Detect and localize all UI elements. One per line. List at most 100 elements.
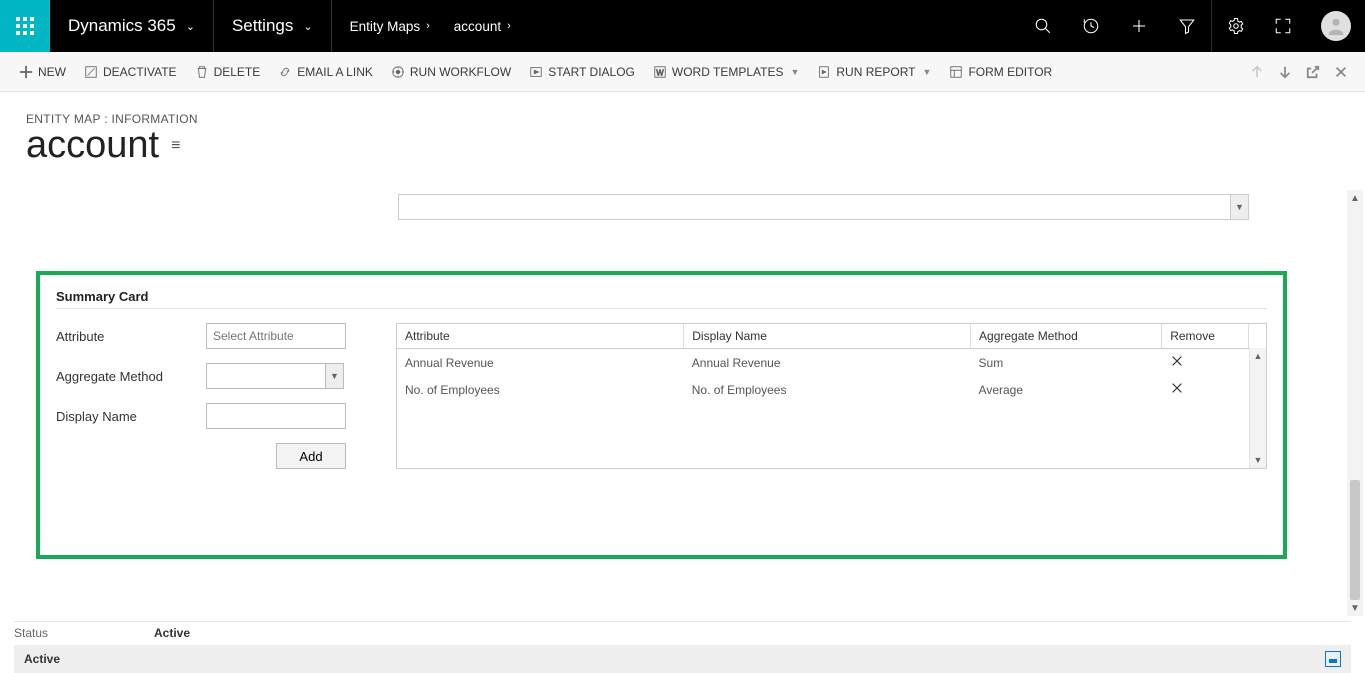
status-label: Status — [14, 626, 154, 640]
status-value: Active — [154, 626, 190, 640]
scroll-up-icon[interactable]: ▲ — [1347, 190, 1363, 206]
global-nav: Dynamics 365 ⌄ Settings ⌄ Entity Maps › … — [0, 0, 1365, 52]
command-bar: NEW DEACTIVATE DELETE EMAIL A LINK RUN W… — [0, 52, 1365, 92]
user-icon — [1325, 15, 1347, 37]
brand-label: Dynamics 365 — [68, 16, 176, 36]
cmd-label: START DIALOG — [548, 65, 635, 79]
cmd-label: RUN REPORT — [836, 65, 915, 79]
add-button[interactable]: Add — [276, 443, 346, 469]
record-nav-down[interactable] — [1271, 58, 1299, 86]
aggregate-method-select[interactable]: ▼ — [206, 363, 344, 389]
cell-attribute: Annual Revenue — [397, 349, 684, 377]
cell-aggregate: Average — [971, 376, 1162, 403]
search-icon — [1034, 17, 1052, 35]
scroll-down-icon[interactable]: ▼ — [1250, 452, 1266, 468]
quick-create-button[interactable] — [1115, 0, 1163, 52]
close-icon[interactable] — [1170, 354, 1184, 368]
summary-table-panel: Attribute Display Name Aggregate Method … — [396, 323, 1267, 469]
dialog-icon — [529, 65, 543, 79]
summary-form: Attribute Aggregate Method ▼ Display Nam… — [56, 323, 366, 469]
cmd-new[interactable]: NEW — [10, 52, 75, 91]
cell-displayname: Annual Revenue — [684, 349, 971, 377]
display-name-input[interactable] — [206, 403, 346, 429]
form-body: ▼ Summary Card Attribute Aggregate Metho… — [0, 170, 1365, 620]
close-button[interactable] — [1327, 58, 1355, 86]
area-label: Settings — [232, 16, 293, 36]
chevron-right-icon: › — [426, 20, 430, 32]
cmd-label: DELETE — [214, 65, 261, 79]
breadcrumb-account[interactable]: account › — [448, 0, 529, 52]
cmd-run-report[interactable]: RUN REPORT ▼ — [808, 52, 940, 91]
deactivate-icon — [84, 65, 98, 79]
summary-table: Attribute Display Name Aggregate Method … — [397, 324, 1266, 403]
table-row[interactable]: Annual RevenueAnnual RevenueSum — [397, 349, 1266, 377]
table-row[interactable]: No. of EmployeesNo. of EmployeesAverage — [397, 376, 1266, 403]
scroll-up-icon[interactable]: ▲ — [1250, 348, 1266, 364]
table-scrollbar[interactable]: ▲ ▼ — [1249, 348, 1266, 468]
cell-displayname: No. of Employees — [684, 376, 971, 403]
cmd-word-templates[interactable]: W WORD TEMPLATES ▼ — [644, 52, 809, 91]
form-scrollbar[interactable]: ▲ ▼ — [1347, 190, 1363, 616]
chevron-right-icon: › — [507, 20, 511, 32]
breadcrumb-entitymaps[interactable]: Entity Maps › — [332, 0, 448, 52]
cmd-label: DEACTIVATE — [103, 65, 177, 79]
fullscreen-icon — [1274, 17, 1292, 35]
section-title: Summary Card — [56, 289, 1267, 309]
scroll-thumb[interactable] — [1350, 480, 1360, 600]
scroll-down-icon[interactable]: ▼ — [1347, 600, 1363, 616]
chevron-down-icon: ▼ — [1230, 195, 1248, 219]
save-button[interactable] — [1325, 651, 1341, 667]
plus-icon — [19, 65, 33, 79]
cmd-form-editor[interactable]: FORM EDITOR — [940, 52, 1061, 91]
cmd-label: NEW — [38, 65, 66, 79]
cell-attribute: No. of Employees — [397, 376, 684, 403]
summary-card-section: Summary Card Attribute Aggregate Method … — [36, 271, 1287, 559]
close-icon — [1334, 65, 1348, 79]
report-icon — [817, 65, 831, 79]
cmd-label: FORM EDITOR — [968, 65, 1052, 79]
popout-button[interactable] — [1299, 58, 1327, 86]
chevron-down-icon: ▼ — [923, 67, 932, 77]
attribute-input[interactable] — [206, 323, 346, 349]
nav-area[interactable]: Settings ⌄ — [214, 0, 332, 52]
col-attribute[interactable]: Attribute — [397, 324, 684, 349]
fullscreen-button[interactable] — [1259, 0, 1307, 52]
chevron-down-icon: ⌄ — [186, 20, 195, 33]
cell-remove — [1162, 349, 1249, 377]
record-title: account ≡ — [26, 124, 1339, 167]
aggregate-method-label: Aggregate Method — [56, 369, 206, 384]
plus-icon — [1130, 17, 1148, 35]
record-nav-up[interactable] — [1243, 58, 1271, 86]
app-launcher-button[interactable] — [0, 0, 50, 52]
entity-list-icon[interactable]: ≡ — [171, 137, 180, 155]
profile-button[interactable] — [1321, 11, 1351, 41]
breadcrumb-label: Entity Maps — [350, 19, 421, 34]
cmd-run-workflow[interactable]: RUN WORKFLOW — [382, 52, 520, 91]
col-aggregate[interactable]: Aggregate Method — [971, 324, 1162, 349]
advanced-find-button[interactable] — [1163, 0, 1211, 52]
page-header: ENTITY MAP : INFORMATION account ≡ — [0, 92, 1365, 173]
link-icon — [278, 65, 292, 79]
search-button[interactable] — [1019, 0, 1067, 52]
cmd-label: RUN WORKFLOW — [410, 65, 511, 79]
chevron-down-icon: ⌄ — [303, 20, 312, 33]
display-name-label: Display Name — [56, 409, 206, 424]
cmd-deactivate[interactable]: DEACTIVATE — [75, 52, 186, 91]
attribute-label: Attribute — [56, 329, 206, 344]
close-icon[interactable] — [1170, 381, 1184, 395]
settings-button[interactable] — [1211, 0, 1259, 52]
cell-aggregate: Sum — [971, 349, 1162, 377]
footer-status: Active — [24, 652, 60, 666]
title-text: account — [26, 124, 159, 167]
cmd-delete[interactable]: DELETE — [186, 52, 270, 91]
cmd-email-link[interactable]: EMAIL A LINK — [269, 52, 382, 91]
col-displayname[interactable]: Display Name — [684, 324, 971, 349]
recent-button[interactable] — [1067, 0, 1115, 52]
col-remove[interactable]: Remove — [1162, 324, 1249, 349]
breadcrumb-label: account — [454, 19, 501, 34]
nav-brand[interactable]: Dynamics 365 ⌄ — [50, 0, 214, 52]
svg-text:W: W — [656, 68, 664, 77]
cmd-start-dialog[interactable]: START DIALOG — [520, 52, 644, 91]
chevron-down-icon: ▼ — [790, 67, 799, 77]
lookup-field[interactable]: ▼ — [398, 194, 1249, 220]
